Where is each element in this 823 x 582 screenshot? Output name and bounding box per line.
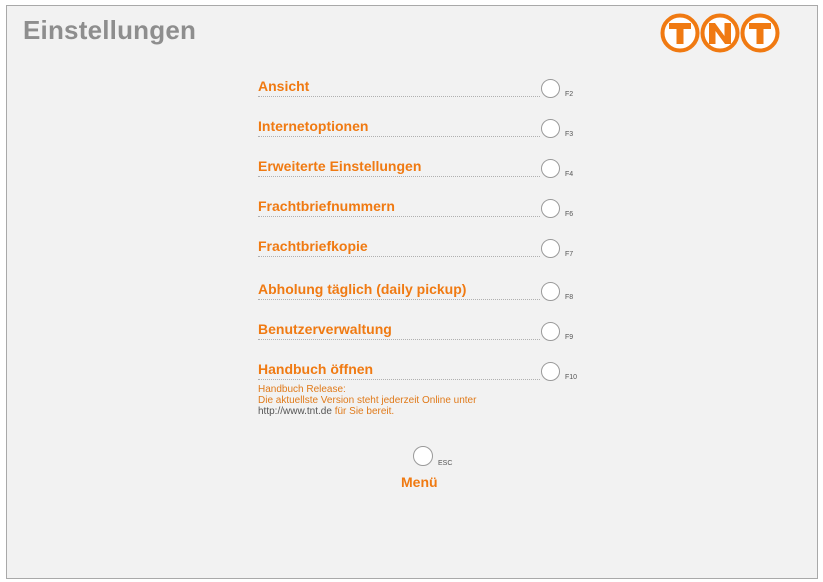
radio-button[interactable] xyxy=(541,119,560,138)
radio-button[interactable] xyxy=(541,239,560,258)
dotted-leader xyxy=(258,92,540,97)
dotted-leader xyxy=(258,295,540,300)
shortcut-key: F10 xyxy=(565,374,578,381)
menu-item-daily-pickup[interactable]: Abholung täglich (daily pickup) F8 xyxy=(258,281,598,315)
dotted-leader xyxy=(258,375,540,380)
dotted-leader xyxy=(258,252,540,257)
menu-back-label[interactable]: Menü xyxy=(401,474,438,490)
radio-button[interactable] xyxy=(541,282,560,301)
dotted-leader xyxy=(258,172,540,177)
shortcut-key: F9 xyxy=(565,334,574,341)
menu-item-internetoptionen[interactable]: Internetoptionen F3 xyxy=(258,118,598,152)
menu-item-frachtbriefkopie[interactable]: Frachtbriefkopie F7 xyxy=(258,238,598,272)
shortcut-key: F3 xyxy=(565,131,574,138)
release-note-url: http://www.tnt.de xyxy=(258,406,332,417)
radio-button[interactable] xyxy=(541,79,560,98)
release-note-line2: Die aktuellste Version steht jederzeit O… xyxy=(258,395,477,406)
shortcut-key-esc: ESC xyxy=(438,460,453,467)
release-note-suffix: für Sie bereit. xyxy=(331,406,395,417)
tnt-logo-n xyxy=(700,13,740,53)
radio-button[interactable] xyxy=(541,159,560,178)
radio-button[interactable] xyxy=(541,362,560,381)
release-note-line3: http://www.tnt.de für Sie bereit. xyxy=(258,406,476,417)
handbook-release-note: Handbuch Release: Die aktuellste Version… xyxy=(258,384,476,417)
page-title: Einstellungen xyxy=(23,15,197,45)
shortcut-key: F7 xyxy=(565,251,574,258)
menu-esc-button[interactable] xyxy=(413,446,433,466)
menu-item-benutzerverwaltung[interactable]: Benutzerverwaltung F9 xyxy=(258,321,598,355)
radio-button[interactable] xyxy=(541,322,560,341)
shortcut-key: F2 xyxy=(565,91,574,98)
release-note-line1: Handbuch Release: xyxy=(258,384,346,395)
radio-button[interactable] xyxy=(541,199,560,218)
tnt-logo xyxy=(660,13,780,53)
tnt-logo-t2 xyxy=(740,13,780,53)
shortcut-key: F6 xyxy=(565,211,574,218)
dotted-leader xyxy=(258,335,540,340)
menu-item-erweiterte-einstellungen[interactable]: Erweiterte Einstellungen F4 xyxy=(258,158,598,192)
shortcut-key: F4 xyxy=(565,171,574,178)
dotted-leader xyxy=(258,132,540,137)
menu-item-ansicht[interactable]: Ansicht F2 xyxy=(258,78,598,112)
menu-item-frachtbriefnummern[interactable]: Frachtbriefnummern F6 xyxy=(258,198,598,232)
tnt-logo-t1 xyxy=(660,13,700,53)
dotted-leader xyxy=(258,212,540,217)
shortcut-key: F8 xyxy=(565,294,574,301)
